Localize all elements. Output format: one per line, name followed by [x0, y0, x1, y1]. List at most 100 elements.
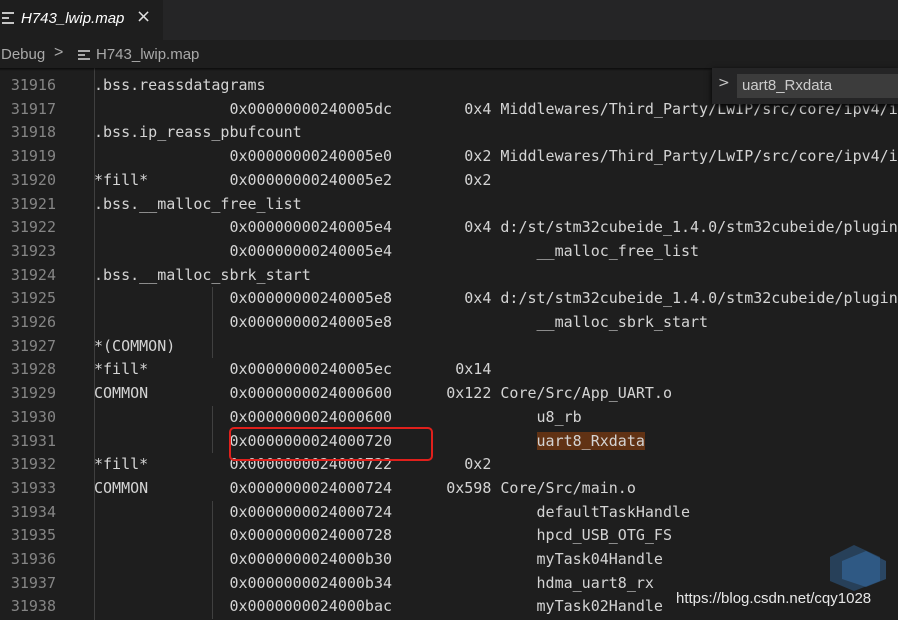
line-number: 31934 [10, 502, 56, 521]
line-text: COMMON 0x0000000024000600 0x122 Core/Src… [94, 382, 672, 406]
watermark-logo [830, 545, 886, 591]
line-text: 0x0000000024000b34 hdma_uart8_rx [94, 572, 654, 596]
line-code: 0x0000000024000600 u8_rb [94, 407, 582, 426]
indent-guide [212, 287, 213, 359]
code-line: 31928 *fill* 0x00000000240005ec 0x14 [0, 358, 898, 382]
code-line: 31923 0x00000000240005e4 __malloc_free_l… [0, 240, 898, 264]
line-code: 0x0000000024000728 hpcd_USB_OTG_FS [94, 526, 672, 545]
code-line: 31926 0x00000000240005e8 __malloc_sbrk_s… [0, 311, 898, 335]
line-text: 0x00000000240005e4 0x4 d:/st/stm32cubeid… [94, 216, 898, 240]
line-number: 31924 [10, 265, 56, 284]
indent-guide [212, 405, 213, 454]
line-text: 0x0000000024000600 u8_rb [94, 406, 582, 430]
line-text: *fill* 0x00000000240005ec 0x14 [94, 358, 491, 382]
chevron-right-icon: > [54, 44, 64, 61]
line-number: 31917 [10, 99, 56, 118]
line-number: 31933 [10, 478, 56, 497]
line-text: 0x0000000024000bac myTask02Handle [94, 595, 663, 619]
line-text: COMMON 0x0000000024000724 0x598 Core/Src… [94, 477, 636, 501]
code-line: 31927 *(COMMON) [0, 335, 898, 359]
line-number: 31919 [10, 147, 56, 166]
find-input[interactable]: uart8_Rxdata [737, 74, 898, 98]
line-text: 0x00000000240005e8 0x4 d:/st/stm32cubeid… [94, 287, 898, 311]
line-text: 0x0000000024000728 hpcd_USB_OTG_FS [94, 524, 672, 548]
line-text: .bss.ip_reass_pbufcount [94, 121, 302, 145]
line-code: .bss.__malloc_free_list [94, 194, 302, 213]
line-text: 0x0000000024000b30 myTask04Handle [94, 548, 663, 572]
code-line: 31931 0x0000000024000720 uart8_Rxdata [0, 430, 898, 454]
code-line: 31930 0x0000000024000600 u8_rb [0, 406, 898, 430]
line-number: 31929 [10, 384, 56, 403]
line-code: .bss.ip_reass_pbufcount [94, 123, 302, 142]
line-code: .bss.reassdatagrams [94, 76, 266, 94]
close-icon[interactable]: × [136, 6, 151, 27]
line-text: 0x00000000240005e4 __malloc_free_list [94, 240, 699, 264]
tab-h743-lwip-map[interactable]: H743_lwip.map × [0, 0, 163, 40]
line-code: 0x00000000240005e0 0x2 Middlewares/Third… [94, 147, 898, 166]
line-code: *fill* 0x00000000240005ec 0x14 [94, 360, 492, 379]
line-code: 0x0000000024000bac myTask02Handle [94, 597, 663, 616]
editor-text-area[interactable]: 31916 .bss.reassdatagrams 31917 0x00000000… [0, 68, 898, 620]
line-code: 0x00000000240005e4 __malloc_free_list [94, 241, 700, 260]
line-code: *fill* 0x00000000240005e2 0x2 [94, 170, 492, 189]
line-code: COMMON 0x0000000024000600 0x122 Core/Src… [94, 384, 672, 403]
code-line: 31920 *fill* 0x00000000240005e2 0x2 [0, 169, 898, 193]
code-line: 31936 0x0000000024000b30 myTask04Handle [0, 548, 898, 572]
line-number: 31936 [10, 550, 56, 568]
line-text: *fill* 0x00000000240005e2 0x2 [94, 169, 491, 193]
search-match-highlight: uart8_Rxdata [536, 431, 645, 450]
line-number: 31932 [10, 455, 56, 474]
indent-guide [212, 500, 213, 620]
code-line: 31918 .bss.ip_reass_pbufcount [0, 121, 898, 145]
line-text: *(COMMON) [94, 335, 175, 359]
breadcrumb-item-file[interactable]: H743_lwip.map [96, 46, 199, 63]
find-input-value: uart8_Rxdata [742, 77, 833, 94]
line-number: 31930 [10, 407, 56, 426]
annotation-red-box [229, 427, 433, 461]
code-line: 31919 0x00000000240005e0 0x2 Middlewares… [0, 145, 898, 169]
line-number: 31931 [10, 431, 56, 450]
line-code: *(COMMON) [94, 336, 176, 355]
line-text: 0x0000000024000724 defaultTaskHandle [94, 501, 690, 525]
line-number: 31938 [10, 597, 56, 616]
file-lines-icon [78, 50, 90, 62]
line-number: 31925 [10, 289, 56, 308]
code-line: 31921 .bss.__malloc_free_list [0, 193, 898, 217]
line-text: .bss.reassdatagrams [94, 74, 266, 98]
tab-bar: H743_lwip.map × [0, 0, 898, 40]
code-line: 31925 0x00000000240005e8 0x4 d:/st/stm32… [0, 287, 898, 311]
line-number: 31921 [10, 194, 56, 213]
code-line: 31932 *fill* 0x0000000024000722 0x2 [0, 453, 898, 477]
line-number: 31937 [10, 573, 56, 592]
line-code: COMMON 0x0000000024000724 0x598 Core/Src… [94, 478, 636, 497]
line-text: .bss.__malloc_sbrk_start [94, 264, 311, 288]
code-line: 31922 0x00000000240005e4 0x4 d:/st/stm32… [0, 216, 898, 240]
line-number: 31922 [10, 218, 56, 237]
watermark-text: https://blog.csdn.net/cqy1028 [676, 590, 872, 607]
line-number: 31923 [10, 241, 56, 260]
toggle-replace-chevron-icon[interactable]: > [718, 75, 730, 91]
tab-title: H743_lwip.map [21, 10, 125, 27]
line-code: 0x0000000024000b30 myTask04Handle [94, 550, 663, 568]
line-text: .bss.__malloc_free_list [94, 193, 302, 217]
line-number: 31935 [10, 526, 56, 545]
line-code: 0x00000000240005e8 __malloc_sbrk_start [94, 313, 709, 331]
line-number: 31918 [10, 123, 56, 142]
code-line: 31933 COMMON 0x0000000024000724 0x598 Cor… [0, 477, 898, 501]
code-line: 31934 0x0000000024000724 defaultTaskHand… [0, 501, 898, 525]
line-number: 31916 [10, 76, 56, 94]
code-line: 31924 .bss.__malloc_sbrk_start [0, 264, 898, 288]
line-number: 31927 [10, 336, 56, 355]
breadcrumb: Debug > H743_lwip.map [0, 40, 898, 68]
line-number: 31928 [10, 360, 56, 379]
find-widget: > uart8_Rxdata [712, 68, 898, 104]
breadcrumb-item-debug[interactable]: Debug [1, 46, 45, 63]
line-code: 0x00000000240005e4 0x4 d:/st/stm32cubeid… [94, 218, 898, 237]
line-code: .bss.__malloc_sbrk_start [94, 265, 311, 284]
line-code: 0x0000000024000724 defaultTaskHandle [94, 502, 691, 521]
line-code: 0x00000000240005e8 0x4 d:/st/stm32cubeid… [94, 289, 898, 308]
line-code: 0x0000000024000b34 hdma_uart8_rx [94, 573, 654, 592]
code-line: 31929 COMMON 0x0000000024000600 0x122 Cor… [0, 382, 898, 406]
line-number: 31920 [10, 170, 56, 189]
file-lines-icon [2, 12, 14, 26]
